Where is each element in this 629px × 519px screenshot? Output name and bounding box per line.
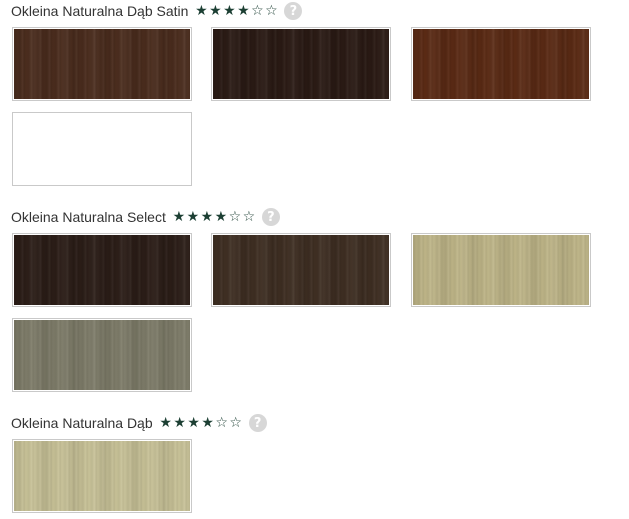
- star-filled-icon: ★: [209, 3, 222, 19]
- help-icon[interactable]: ?: [261, 208, 280, 226]
- star-empty-icon: ☆: [228, 209, 242, 225]
- star-empty-icon: ☆: [229, 415, 242, 431]
- swatch-grid: [11, 233, 611, 393]
- swatch-grid: [11, 27, 611, 187]
- swatch-select-olive-light[interactable]: [411, 233, 591, 307]
- swatch-satin-dark-brown[interactable]: [12, 27, 192, 101]
- star-filled-icon: ★: [200, 209, 214, 225]
- swatch-select-grey[interactable]: [12, 318, 192, 392]
- star-filled-icon: ★: [214, 209, 228, 225]
- swatch-satin-red-brown[interactable]: [411, 27, 591, 101]
- star-filled-icon: ★: [187, 415, 200, 431]
- section-title: Okleina Naturalna Select: [11, 209, 166, 225]
- star-empty-icon: ☆: [265, 3, 278, 19]
- section-title: Okleina Naturalna Dąb: [11, 415, 153, 431]
- section-title: Okleina Naturalna Dąb Satin: [11, 3, 189, 19]
- section-header: Okleina Naturalna Dąb Satin ★ ★ ★ ★ ☆ ☆ …: [11, 1, 611, 21]
- rating-stars: ★ ★ ★ ★ ☆ ☆: [194, 4, 278, 18]
- star-filled-icon: ★: [201, 415, 214, 431]
- swatch-satin-white[interactable]: [12, 112, 192, 186]
- finish-section-select: Okleina Naturalna Select ★ ★ ★ ★ ☆ ☆ ?: [11, 207, 611, 393]
- finish-section-satin: Okleina Naturalna Dąb Satin ★ ★ ★ ★ ☆ ☆ …: [11, 1, 611, 187]
- star-filled-icon: ★: [173, 415, 186, 431]
- star-filled-icon: ★: [223, 3, 236, 19]
- help-icon[interactable]: ?: [284, 2, 303, 20]
- star-filled-icon: ★: [195, 3, 208, 19]
- star-filled-icon: ★: [172, 209, 186, 225]
- finish-section-dab: Okleina Naturalna Dąb ★ ★ ★ ★ ☆ ☆ ?: [11, 413, 611, 519]
- star-filled-icon: ★: [186, 209, 200, 225]
- swatch-dab-natural[interactable]: [12, 439, 192, 513]
- rating-stars: ★ ★ ★ ★ ☆ ☆: [159, 416, 243, 430]
- swatch-select-brown-grain[interactable]: [211, 233, 391, 307]
- swatch-select-dark[interactable]: [12, 233, 192, 307]
- star-empty-icon: ☆: [215, 415, 228, 431]
- swatch-grid: [11, 439, 611, 519]
- section-header: Okleina Naturalna Dąb ★ ★ ★ ★ ☆ ☆ ?: [11, 413, 611, 433]
- rating-stars: ★ ★ ★ ★ ☆ ☆: [172, 210, 256, 224]
- swatch-satin-black-brown[interactable]: [211, 27, 391, 101]
- star-filled-icon: ★: [237, 3, 250, 19]
- help-icon[interactable]: ?: [248, 414, 267, 432]
- section-header: Okleina Naturalna Select ★ ★ ★ ★ ☆ ☆ ?: [11, 207, 611, 227]
- star-empty-icon: ☆: [242, 209, 256, 225]
- star-filled-icon: ★: [159, 415, 172, 431]
- star-empty-icon: ☆: [251, 3, 264, 19]
